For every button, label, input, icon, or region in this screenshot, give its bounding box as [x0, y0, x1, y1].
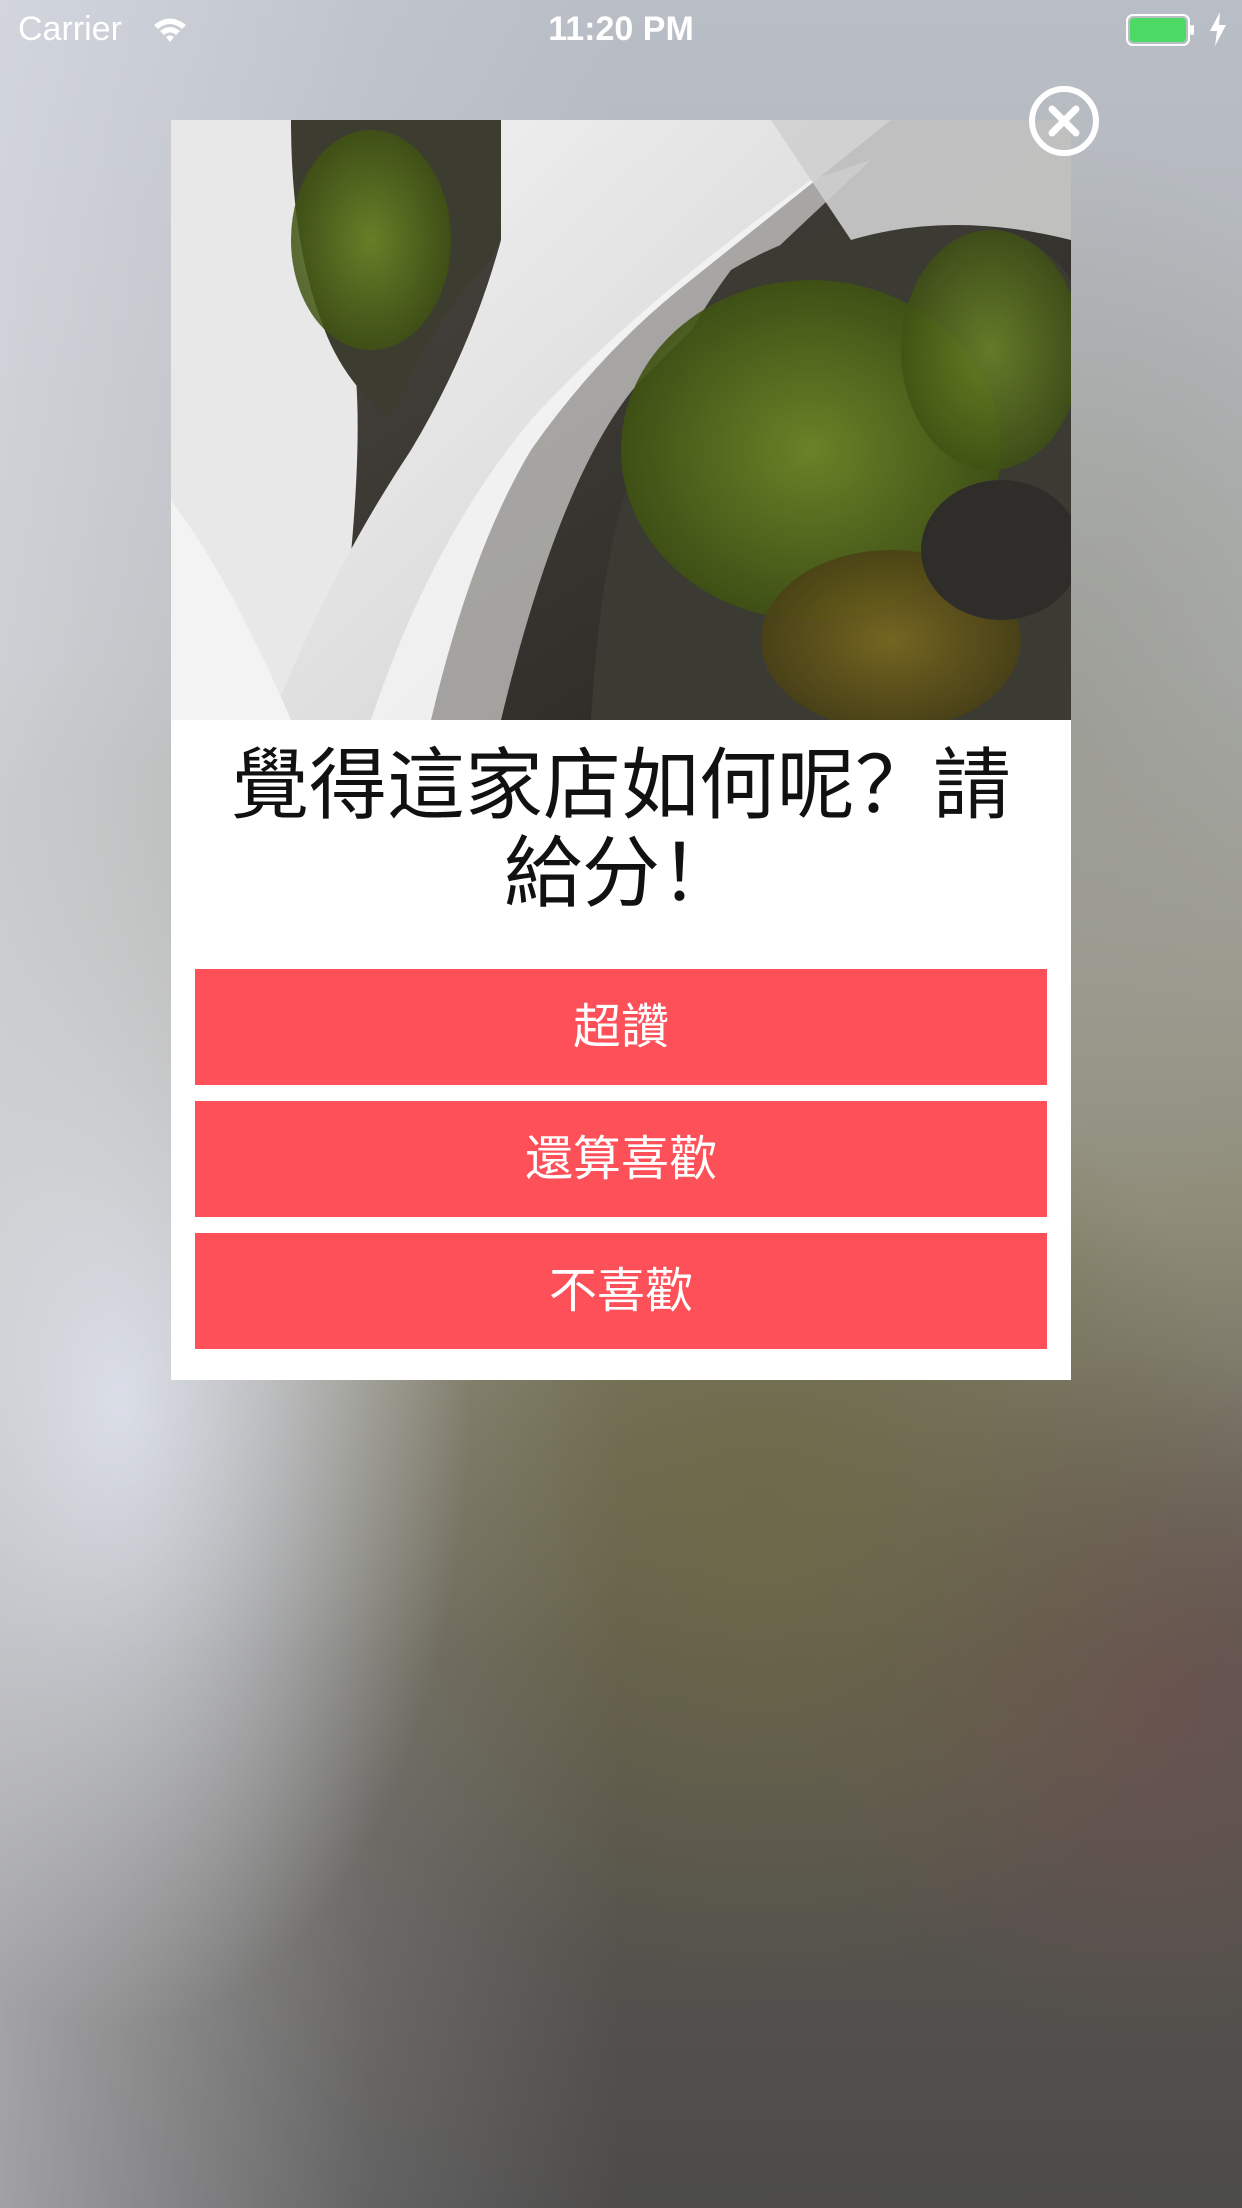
- battery-icon: [1126, 14, 1194, 46]
- charging-icon: [1210, 12, 1226, 46]
- clock: 11:20 PM: [548, 10, 694, 48]
- waterfall-photo: [171, 120, 1071, 720]
- close-button[interactable]: [1028, 85, 1100, 157]
- rating-button-great[interactable]: 超讚: [195, 969, 1047, 1085]
- screen: Carrier 11:20 PM 覺得這家店如何呢？請給分！ 超讚 還算喜歡 不…: [0, 0, 1242, 2208]
- status-bar: Carrier 11:20 PM: [0, 0, 1242, 60]
- close-circle-icon: [1029, 86, 1099, 156]
- rating-dialog: 覺得這家店如何呢？請給分！ 超讚 還算喜歡 不喜歡: [171, 120, 1071, 1380]
- dialog-title: 覺得這家店如何呢？請給分！: [230, 741, 1011, 919]
- rating-button-dislike[interactable]: 不喜歡: [195, 1233, 1047, 1349]
- rating-button-like[interactable]: 還算喜歡: [195, 1101, 1047, 1217]
